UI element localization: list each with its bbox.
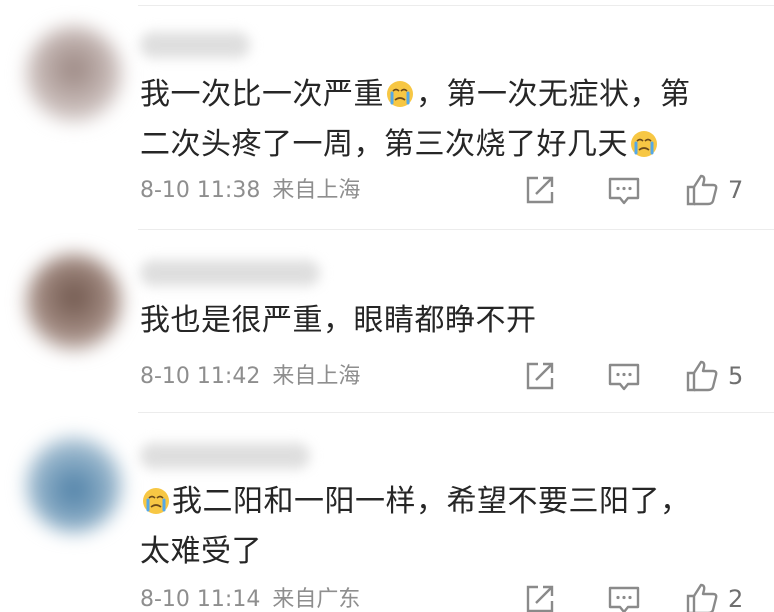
comment-meta: 8-10 11:38 来自上海 [140, 174, 360, 208]
crying-face-emoji-icon [387, 81, 413, 107]
comment-timestamp: 8-10 11:42 [140, 364, 261, 389]
comment-item: 我一次比一次严重 ，第一次无症状，第 二次头疼了一周，第三次烧了好几天 8-10 … [0, 0, 774, 230]
like-icon[interactable] [684, 581, 720, 612]
share-icon[interactable] [522, 358, 558, 394]
crying-face-emoji-icon [631, 131, 657, 157]
reply-icon[interactable] [606, 172, 642, 208]
comment-text-part: 二次头疼了一周，第三次烧了好几天 [140, 127, 628, 162]
reply-icon[interactable] [606, 581, 642, 612]
comment-text-part: 我二阳和一阳一样，希望不要三阳了， [172, 484, 691, 519]
reply-icon[interactable] [606, 358, 642, 394]
like-icon[interactable] [684, 172, 720, 208]
like-count: 2 [728, 585, 744, 612]
comment-timestamp: 8-10 11:38 [140, 178, 261, 203]
like-icon[interactable] [684, 358, 720, 394]
comment-location: 来自广东 [272, 587, 361, 612]
share-icon[interactable] [522, 581, 558, 612]
comment-meta: 8-10 11:42 来自上海 [140, 360, 360, 394]
comment-text-line: 太难受了 [140, 534, 262, 569]
username-blurred[interactable] [140, 260, 320, 286]
comment-actions: 2 [520, 581, 774, 612]
avatar[interactable] [26, 26, 122, 122]
comment-text-part: ，第一次无症状，第 [416, 77, 691, 112]
username-blurred[interactable] [140, 443, 310, 469]
username-blurred[interactable] [140, 32, 250, 58]
share-icon[interactable] [522, 172, 558, 208]
like-count: 5 [728, 362, 744, 390]
comment-text: 我也是很严重，眼睛都睁不开 [140, 296, 740, 346]
comment-feed: 我一次比一次严重 ，第一次无症状，第 二次头疼了一周，第三次烧了好几天 8-10 … [0, 0, 774, 612]
comment-location: 来自上海 [272, 364, 361, 389]
comment-text: 我一次比一次严重 ，第一次无症状，第 二次头疼了一周，第三次烧了好几天 [140, 70, 740, 170]
comment-text-line: 我也是很严重，眼睛都睁不开 [140, 303, 537, 338]
comment-actions: 7 [520, 172, 774, 208]
avatar[interactable] [26, 437, 122, 533]
comment-text-part: 我一次比一次严重 [140, 77, 384, 112]
comment-item: 我也是很严重，眼睛都睁不开 8-10 11:42 来自上海 5 [0, 230, 774, 413]
comment-timestamp: 8-10 11:14 [140, 587, 261, 612]
crying-face-emoji-icon [143, 488, 169, 514]
comment-item: 我二阳和一阳一样，希望不要三阳了， 太难受了 8-10 11:14 来自广东 2 [0, 413, 774, 612]
avatar[interactable] [26, 254, 122, 350]
comment-location: 来自上海 [272, 178, 361, 203]
comment-meta: 8-10 11:14 来自广东 [140, 583, 360, 612]
comment-actions: 5 [520, 358, 774, 394]
comment-text: 我二阳和一阳一样，希望不要三阳了， 太难受了 [140, 477, 740, 577]
like-count: 7 [728, 176, 744, 204]
